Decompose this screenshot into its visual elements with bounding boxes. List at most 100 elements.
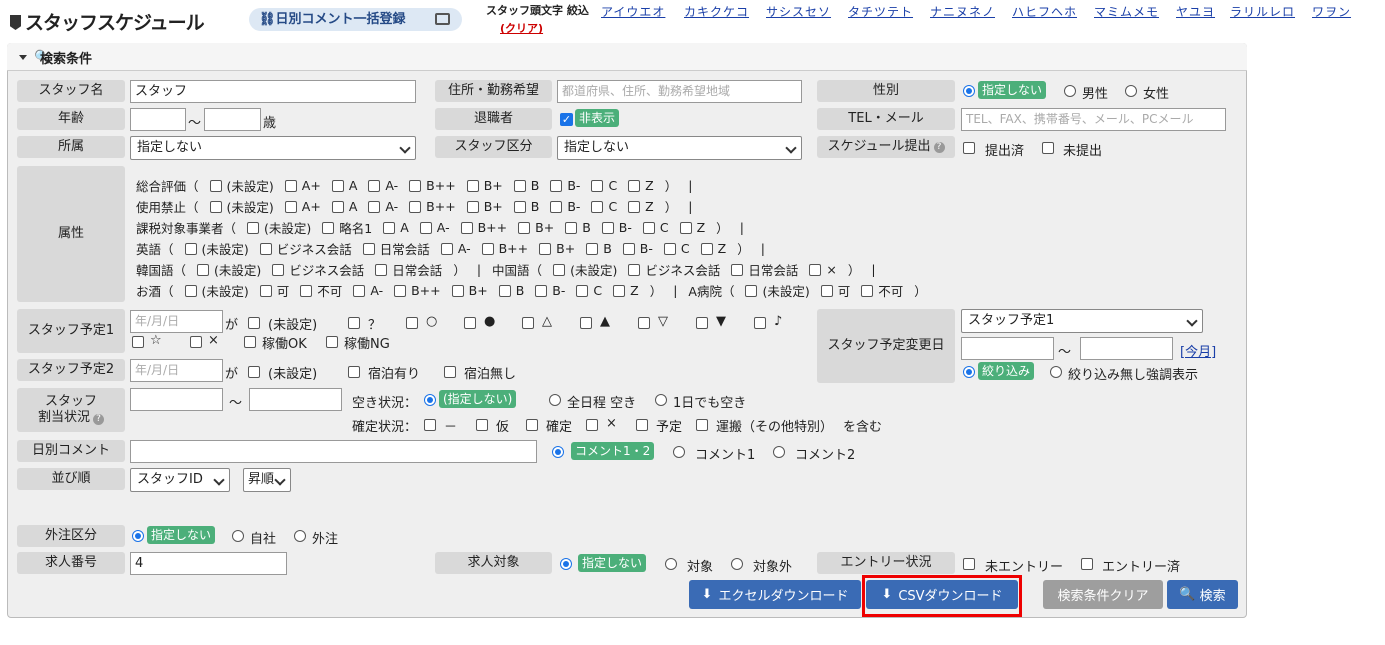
kana-link[interactable]: マミムメモ (1094, 3, 1159, 20)
excel-download-button[interactable]: ⬇ エクセルダウンロード (689, 580, 861, 609)
narrow-radio[interactable] (963, 366, 975, 378)
kana-link[interactable]: ナニヌネノ (930, 3, 995, 20)
attr-checkbox[interactable] (576, 284, 589, 297)
job-no-input[interactable]: 4 (130, 552, 287, 575)
option-checkbox[interactable] (348, 366, 360, 378)
comment12-radio[interactable] (552, 446, 564, 458)
search-panel-header[interactable] (7, 43, 1247, 71)
gender-female-radio[interactable] (1125, 85, 1137, 97)
kana-link[interactable]: カキクケコ (684, 3, 749, 20)
attr-checkbox[interactable] (518, 221, 531, 234)
attr-checkbox[interactable] (284, 200, 297, 213)
attr-checkbox[interactable] (419, 221, 432, 234)
sort-field-select[interactable]: スタッフID (130, 468, 230, 492)
option-checkbox[interactable] (132, 336, 144, 348)
attr-checkbox[interactable] (331, 200, 344, 213)
age-from-input[interactable] (130, 108, 186, 131)
collapse-arrow-icon[interactable] (19, 55, 27, 60)
attr-checkbox[interactable] (628, 263, 641, 276)
attr-checkbox[interactable] (460, 221, 473, 234)
job-target-all-radio[interactable] (560, 558, 572, 570)
attr-checkbox[interactable] (440, 242, 453, 255)
option-checkbox[interactable] (326, 336, 338, 348)
attr-checkbox[interactable] (679, 221, 692, 234)
plan1-date-input[interactable]: 年/月/日 (130, 310, 223, 333)
attr-checkbox[interactable] (466, 200, 479, 213)
option-checkbox[interactable] (522, 317, 534, 329)
attr-checkbox[interactable] (375, 263, 388, 276)
attr-checkbox[interactable] (535, 284, 548, 297)
attr-checkbox[interactable] (550, 200, 563, 213)
option-checkbox[interactable] (406, 317, 418, 329)
submit-done-checkbox[interactable] (963, 142, 975, 154)
attr-checkbox[interactable] (322, 221, 335, 234)
sort-order-select[interactable]: 昇順 (243, 468, 291, 492)
attr-checkbox[interactable] (209, 200, 222, 213)
address-input[interactable]: 都道府県、住所、勤務希望地域 (557, 80, 802, 103)
option-checkbox[interactable] (248, 366, 260, 378)
job-target-non-radio[interactable] (731, 558, 743, 570)
attr-checkbox[interactable] (513, 200, 526, 213)
attr-checkbox[interactable] (820, 284, 833, 297)
plan-change-from-input[interactable] (961, 337, 1054, 360)
kana-link[interactable]: サシスセソ (766, 3, 831, 20)
option-checkbox[interactable] (696, 419, 708, 431)
option-checkbox[interactable] (348, 317, 360, 329)
vacancy-one-radio[interactable] (655, 394, 667, 406)
bulk-comment-button[interactable]: ⛓日別コメント一括登録 (249, 8, 462, 31)
attr-checkbox[interactable] (284, 179, 297, 192)
option-checkbox[interactable] (638, 317, 650, 329)
attr-checkbox[interactable] (247, 221, 260, 234)
option-checkbox[interactable] (586, 419, 598, 431)
attr-checkbox[interactable] (591, 179, 604, 192)
option-checkbox[interactable] (464, 317, 476, 329)
option-checkbox[interactable] (424, 419, 436, 431)
attr-checkbox[interactable] (353, 284, 366, 297)
attr-checkbox[interactable] (731, 263, 744, 276)
submit-not-checkbox[interactable] (1042, 142, 1054, 154)
attr-checkbox[interactable] (481, 242, 494, 255)
attr-checkbox[interactable] (613, 284, 626, 297)
attr-checkbox[interactable] (553, 263, 566, 276)
kana-link[interactable]: ワヲン (1312, 3, 1351, 20)
clear-conditions-button[interactable]: 検索条件クリア (1043, 580, 1163, 609)
outsource-self-radio[interactable] (232, 530, 244, 542)
option-checkbox[interactable] (636, 419, 648, 431)
attr-checkbox[interactable] (272, 263, 285, 276)
attr-checkbox[interactable] (362, 242, 375, 255)
gender-all-radio[interactable] (963, 85, 975, 97)
option-checkbox[interactable] (190, 336, 202, 348)
attr-checkbox[interactable] (368, 200, 381, 213)
attr-checkbox[interactable] (550, 179, 563, 192)
job-target-radio[interactable] (665, 558, 677, 570)
assign-to-input[interactable] (249, 388, 342, 411)
attr-checkbox[interactable] (622, 242, 635, 255)
attr-checkbox[interactable] (184, 242, 197, 255)
attr-checkbox[interactable] (642, 221, 655, 234)
attr-checkbox[interactable] (591, 200, 604, 213)
kana-link[interactable]: ヤユヨ (1176, 3, 1215, 20)
kana-link[interactable]: ハヒフヘホ (1012, 3, 1077, 20)
attr-checkbox[interactable] (809, 263, 822, 276)
tel-input[interactable]: TEL、FAX、携帯番号、メール、PCメール (961, 108, 1226, 131)
attr-checkbox[interactable] (394, 284, 407, 297)
attr-checkbox[interactable] (409, 179, 422, 192)
attr-checkbox[interactable] (209, 179, 222, 192)
attr-checkbox[interactable] (300, 284, 313, 297)
option-checkbox[interactable] (526, 419, 538, 431)
attr-checkbox[interactable] (663, 242, 676, 255)
search-button[interactable]: 🔍 検索 (1167, 580, 1238, 609)
attr-checkbox[interactable] (745, 284, 758, 297)
vacancy-all-radio[interactable] (424, 394, 436, 406)
option-checkbox[interactable] (696, 317, 708, 329)
entry-done-checkbox[interactable] (1081, 558, 1093, 570)
entry-not-checkbox[interactable] (963, 558, 975, 570)
option-checkbox[interactable] (754, 317, 766, 329)
plan-change-select[interactable]: スタッフ予定1 (961, 309, 1203, 333)
daily-comment-input[interactable] (130, 440, 537, 463)
attr-checkbox[interactable] (259, 284, 272, 297)
kana-clear-link[interactable]: (クリア) (500, 20, 543, 36)
attr-checkbox[interactable] (383, 221, 396, 234)
attr-checkbox[interactable] (601, 221, 614, 234)
attr-checkbox[interactable] (498, 284, 511, 297)
